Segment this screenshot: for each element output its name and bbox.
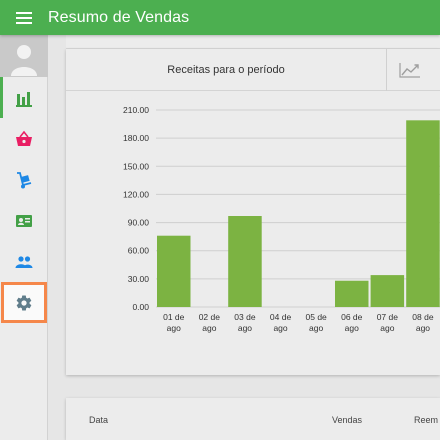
table-header-date: Data <box>89 415 109 425</box>
sidebar <box>0 35 48 440</box>
y-tick-label: 0.00 <box>132 302 149 312</box>
chart-bar <box>406 120 440 307</box>
menu-button[interactable] <box>0 0 48 35</box>
x-tick-label: 04 de <box>270 312 292 322</box>
y-tick-label: 30.00 <box>128 274 150 284</box>
user-avatar-icon <box>11 45 37 76</box>
y-tick-label: 90.00 <box>128 218 150 228</box>
x-tick-label: ago <box>345 323 359 333</box>
x-tick-label: ago <box>167 323 181 333</box>
revenue-bar-chart: 0.00 30.00 60.00 90.00 120.00 150.00 180.00 210… <box>123 105 440 333</box>
sidebar-item-customers-card[interactable] <box>0 200 48 241</box>
sales-table-card: Data Vendas Reem <box>66 398 440 440</box>
sidebar-item-deliveries[interactable] <box>0 159 48 200</box>
sidebar-item-users[interactable] <box>0 241 48 282</box>
x-tick-label: ago <box>273 323 287 333</box>
app-title: Resumo de Vendas <box>48 8 190 26</box>
x-tick-label: ago <box>238 323 252 333</box>
chart-bar <box>228 216 262 307</box>
sidebar-item-sales[interactable] <box>0 118 48 159</box>
x-tick-label: ago <box>416 323 430 333</box>
x-tick-label: 08 de <box>412 312 434 322</box>
x-tick-label: ago <box>309 323 323 333</box>
app-bar: Resumo de Vendas <box>0 0 440 35</box>
x-tick-label: 05 de <box>306 312 328 322</box>
table-header-sales: Vendas <box>332 415 363 425</box>
y-tick-label: 180.00 <box>123 133 149 143</box>
y-tick-label: 210.00 <box>123 105 149 115</box>
avatar[interactable] <box>0 35 48 77</box>
x-tick-label: 07 de <box>377 312 399 322</box>
y-tick-label: 120.00 <box>123 189 149 199</box>
x-tick-label: ago <box>380 323 394 333</box>
sidebar-item-sales-summary[interactable] <box>0 77 48 118</box>
basket-icon <box>16 130 32 146</box>
hand-truck-icon <box>17 171 32 188</box>
x-tick-label: 06 de <box>341 312 363 322</box>
chart-bar <box>335 280 369 307</box>
x-tick-label: 01 de <box>163 312 185 322</box>
x-tick-label: 02 de <box>199 312 221 322</box>
x-tick-label: ago <box>202 323 216 333</box>
people-icon <box>15 255 33 268</box>
x-tick-label: 03 de <box>234 312 256 322</box>
hamburger-menu-icon <box>16 11 32 24</box>
sidebar-item-settings[interactable] <box>1 282 47 323</box>
y-tick-label: 60.00 <box>128 246 150 256</box>
gear-icon <box>16 295 32 311</box>
previous-card-edge <box>66 35 440 49</box>
table-header-refunds: Reem <box>414 415 439 425</box>
chart-bar <box>370 275 405 307</box>
chart-bar <box>157 235 191 307</box>
id-card-icon <box>16 214 32 227</box>
bar-chart-icon <box>16 91 32 107</box>
y-tick-label: 150.00 <box>123 161 149 171</box>
